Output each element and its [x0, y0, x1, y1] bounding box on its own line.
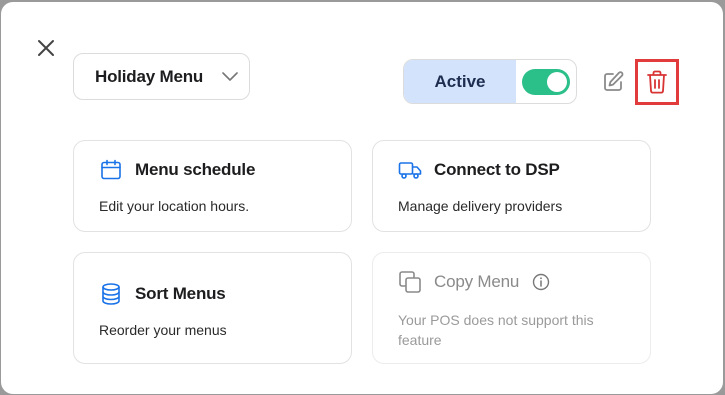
status-control: Active [403, 59, 577, 104]
truck-icon [398, 158, 422, 182]
sort-menus-card[interactable]: Sort Menus Reorder your menus [73, 252, 352, 364]
trash-icon [647, 70, 667, 94]
connect-dsp-card[interactable]: Connect to DSP Manage delivery providers [372, 140, 651, 232]
calendar-icon [99, 158, 123, 182]
card-header: Copy Menu [398, 270, 626, 294]
card-description: Reorder your menus [99, 322, 227, 338]
card-title: Menu schedule [135, 160, 256, 179]
edit-icon [604, 71, 624, 91]
toggle-container [516, 60, 576, 103]
copy-menu-card: Copy Menu Your POS does not support this… [372, 252, 651, 364]
card-header: Menu schedule [99, 158, 327, 182]
card-description: Your POS does not support this feature [398, 312, 594, 348]
menu-selector-dropdown[interactable]: Holiday Menu [73, 53, 250, 100]
card-header: Sort Menus [99, 282, 327, 306]
close-button[interactable] [31, 33, 61, 63]
menu-selector-value: Holiday Menu [95, 66, 204, 86]
toggle-knob [547, 71, 567, 92]
chevron-down-icon [221, 68, 239, 86]
delete-button[interactable] [635, 59, 679, 105]
menu-options-dialog: Holiday Menu Active Menu schedule Edit y… [1, 2, 723, 394]
card-title: Sort Menus [135, 284, 226, 303]
database-icon [99, 282, 123, 306]
card-title: Copy Menu [434, 272, 520, 291]
edit-button[interactable] [597, 66, 629, 98]
copy-icon [398, 270, 422, 294]
active-toggle[interactable] [522, 68, 570, 95]
menu-schedule-card[interactable]: Menu schedule Edit your location hours. [73, 140, 352, 232]
status-label: Active [404, 60, 516, 103]
card-header: Connect to DSP [398, 158, 626, 182]
card-description: Edit your location hours. [99, 198, 250, 214]
close-icon [38, 40, 54, 56]
info-icon[interactable] [531, 272, 551, 292]
card-title: Connect to DSP [434, 160, 560, 179]
card-description: Manage delivery providers [398, 198, 563, 214]
